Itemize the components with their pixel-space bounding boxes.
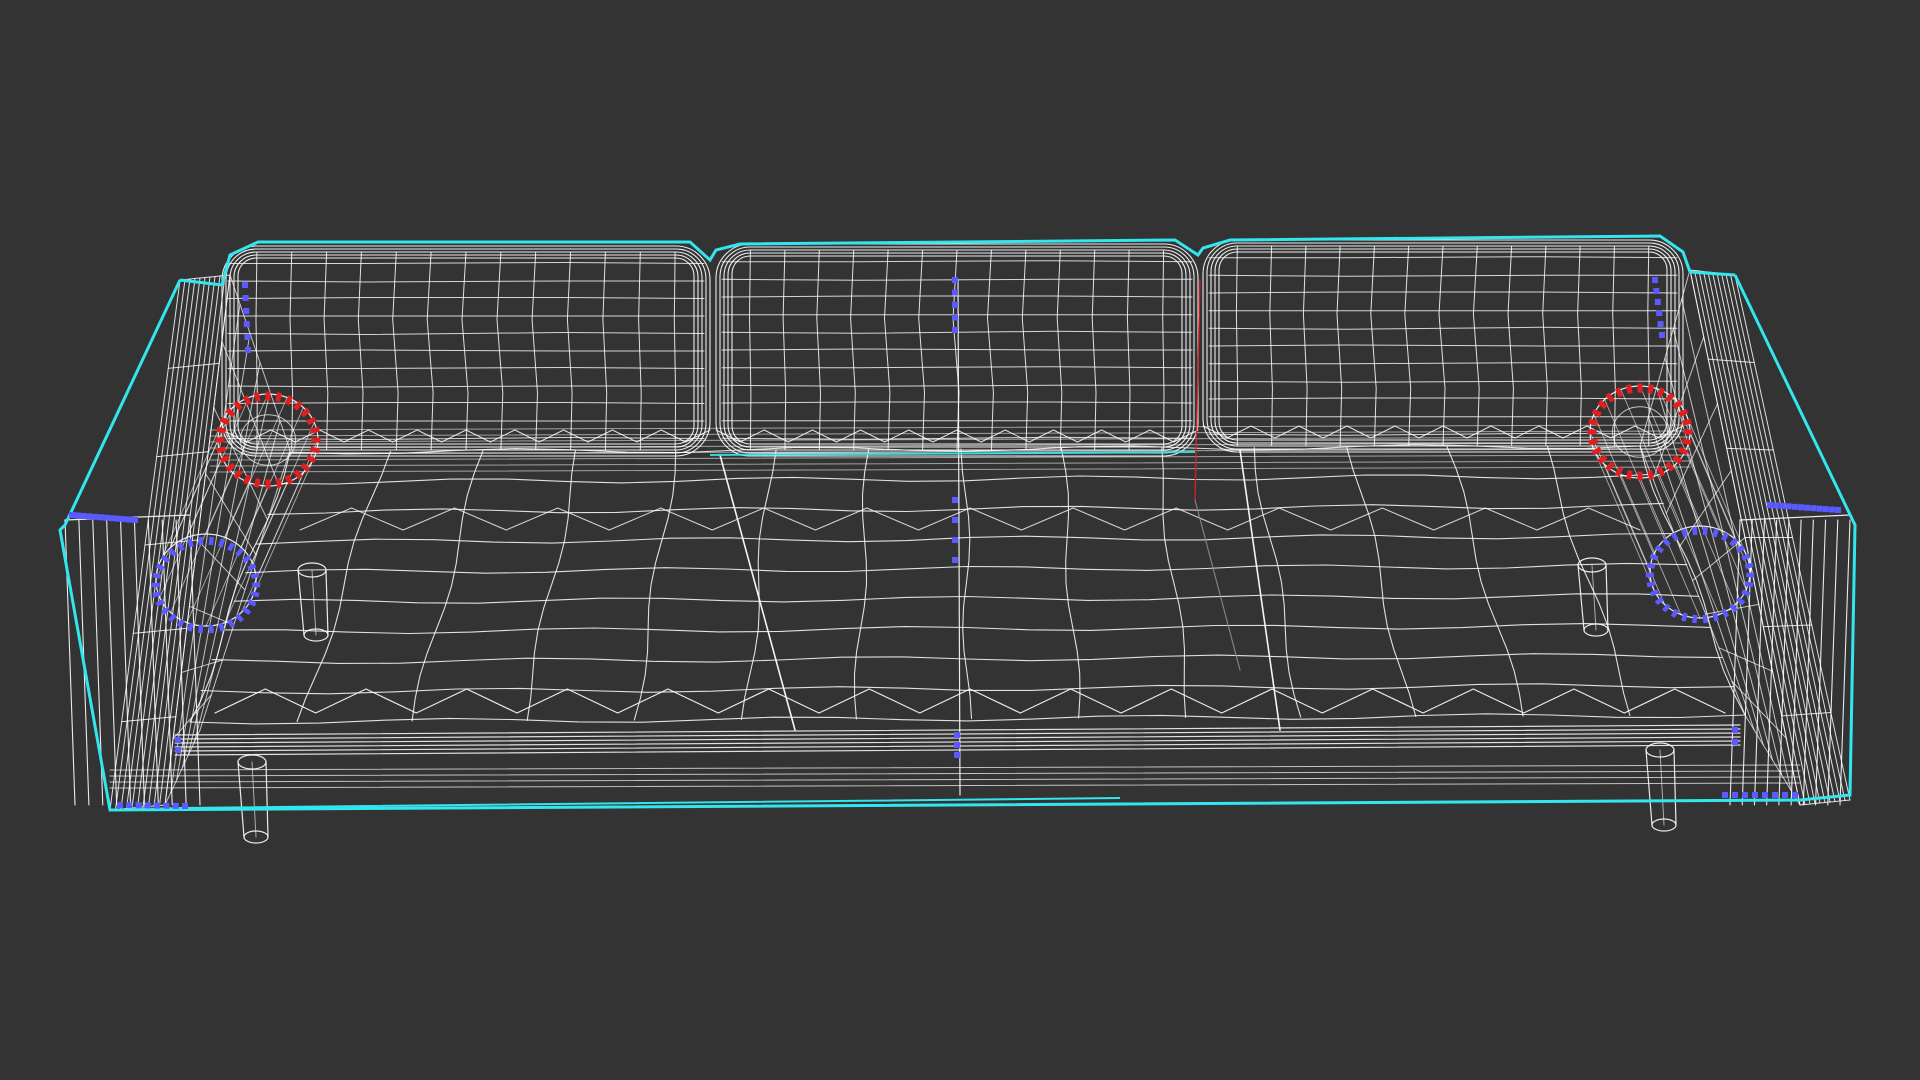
vertex-col-right-back <box>1652 277 1665 338</box>
vertex-col-center-front <box>954 732 960 758</box>
back-cushion-middle <box>715 243 1199 457</box>
seat-cushion-grid <box>189 444 1746 725</box>
leg-front-left <box>237 754 269 844</box>
leg-front-right <box>1645 742 1677 832</box>
vertex-col-left-back <box>242 282 251 353</box>
vertex-row-arm-right-bottom <box>1722 792 1798 798</box>
back-cushion-right <box>1202 239 1684 453</box>
vertex-col-center-seat <box>952 497 958 563</box>
back-cushion-left <box>221 245 711 457</box>
vertex-markers <box>69 277 1841 809</box>
leg-back-left <box>297 562 329 642</box>
vertex-ring-left-front <box>151 536 261 634</box>
3d-viewport[interactable] <box>0 0 1920 1080</box>
sofa-wireframe-model[interactable] <box>0 0 1920 1080</box>
seat-divider-right <box>1239 449 1281 731</box>
vertex-row-arm-right-top <box>1767 502 1841 513</box>
